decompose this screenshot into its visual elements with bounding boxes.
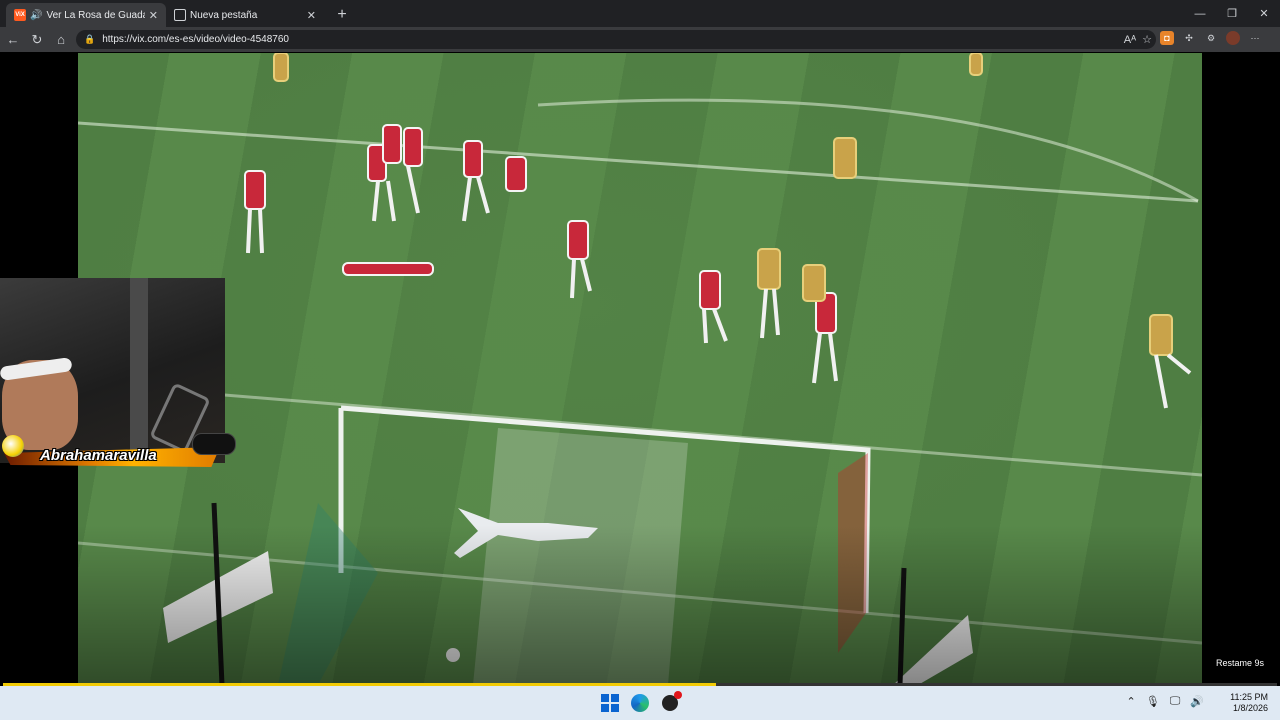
players-america	[273, 53, 1173, 356]
browser-tab-bar: ViX 🔊 Ver La Rosa de Guadalupe, ca| ✕ Nu…	[0, 0, 1280, 27]
close-window-icon[interactable]: ✕	[1248, 0, 1280, 27]
lock-icon[interactable]: 🔒	[84, 34, 95, 45]
video-frame[interactable]	[78, 53, 1202, 685]
address-toolbar: ← ↻ ⌂ 🔒 https://vix.com/es-es/video/vide…	[0, 27, 1280, 52]
extension-icon[interactable]: ◘	[1160, 31, 1174, 45]
settings-icon[interactable]: ⚙	[1204, 31, 1218, 45]
windows-taskbar: ⌃ 🎙 🖵 🔊 11:25 PM 1/8/2026	[0, 686, 1280, 720]
microphone-icon[interactable]: 🎙	[1146, 695, 1160, 708]
home-icon[interactable]: ⌂	[49, 28, 73, 52]
streamer-name: Abrahamaravilla	[40, 447, 157, 464]
remaining-time-label: Restame 9s	[1215, 658, 1264, 668]
tab-new-tab[interactable]: Nueva pestaña ✕	[166, 3, 324, 27]
close-tab-icon[interactable]: ✕	[307, 9, 316, 22]
profile-avatar-icon[interactable]	[1226, 31, 1240, 45]
webcam-overlay	[0, 278, 225, 463]
streamer-banner: Abrahamaravilla	[0, 433, 240, 469]
new-tab-button[interactable]: +	[330, 3, 354, 27]
video-shade	[78, 525, 1202, 685]
read-aloud-icon[interactable]: Aᴬ	[1124, 34, 1136, 46]
back-arrow-icon[interactable]: ←	[1, 28, 25, 52]
restore-icon[interactable]: ❐	[1216, 0, 1248, 27]
clock-time: 11:25 PM	[1230, 692, 1268, 702]
tab-title: Ver La Rosa de Guadalupe, ca|	[46, 9, 144, 21]
taskbar-clock[interactable]: 11:25 PM 1/8/2026	[1230, 692, 1268, 714]
system-tray: ⌃ 🎙 🖵 🔊	[1127, 695, 1205, 708]
extensions-puzzle-icon[interactable]: ✣	[1182, 31, 1196, 45]
reload-icon[interactable]: ↻	[25, 28, 49, 52]
chevron-up-icon[interactable]: ⌃	[1127, 695, 1136, 708]
network-icon[interactable]: 🖵	[1170, 695, 1181, 708]
close-tab-icon[interactable]: ✕	[149, 9, 158, 22]
tab-vix-video[interactable]: ViX 🔊 Ver La Rosa de Guadalupe, ca| ✕	[6, 3, 166, 27]
more-menu-icon[interactable]: ⋯	[1248, 31, 1262, 45]
penalty-arc	[537, 98, 1199, 203]
windows-start-icon[interactable]	[600, 693, 620, 713]
gamepad-icon	[192, 433, 236, 455]
volleyball-icon	[2, 435, 24, 457]
favorite-star-icon[interactable]: ☆	[1142, 33, 1152, 46]
url-text: https://vix.com/es-es/video/video-454876…	[102, 34, 289, 45]
new-tab-favicon-icon	[174, 9, 186, 21]
tab-title: Nueva pestaña	[190, 9, 258, 21]
background-door	[130, 278, 148, 463]
minimize-icon[interactable]: —	[1184, 0, 1216, 27]
url-field[interactable]: 🔒 https://vix.com/es-es/video/video-4548…	[76, 30, 1156, 49]
clock-date: 1/8/2026	[1232, 703, 1268, 713]
edge-browser-icon[interactable]	[630, 693, 650, 713]
vix-favicon-icon: ViX	[14, 9, 26, 21]
window-controls: — ❐ ✕	[1184, 0, 1280, 27]
recording-app-icon[interactable]	[660, 691, 682, 713]
volume-icon[interactable]: 🔊	[1190, 695, 1204, 708]
speaker-icon[interactable]: 🔊	[30, 10, 42, 21]
